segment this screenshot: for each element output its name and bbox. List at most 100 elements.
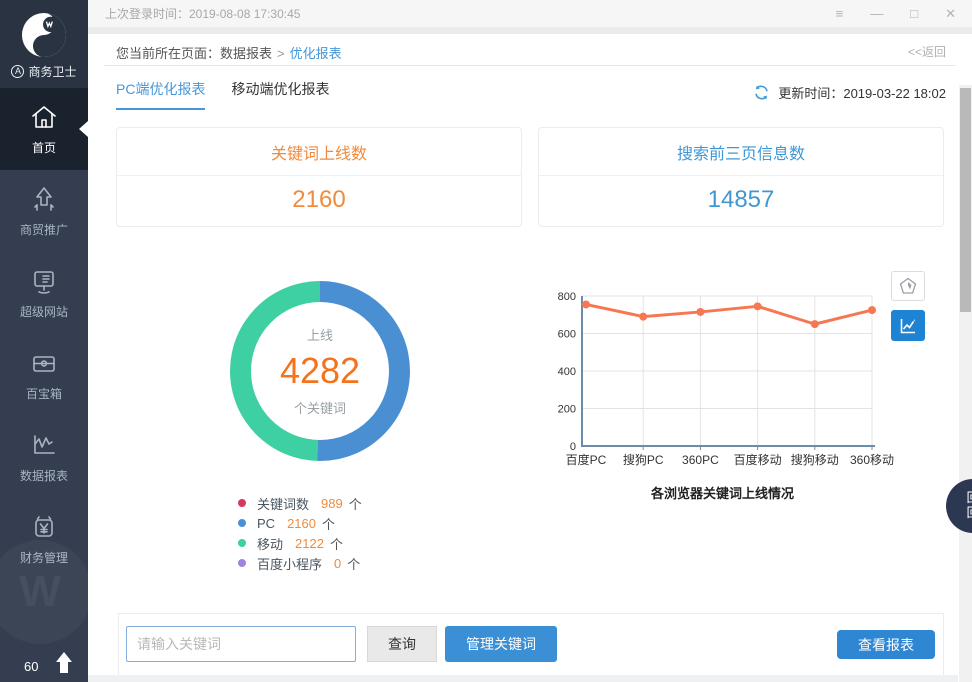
stat-card-value: 2160 bbox=[117, 176, 521, 226]
main-content: 您当前所在页面：数据报表>优化报表 <<返回 PC端优化报表 移动端优化报表 更… bbox=[88, 34, 972, 682]
notification-count: 60 bbox=[24, 659, 38, 674]
query-button[interactable]: 查询 bbox=[367, 626, 437, 662]
legend-value: 0 bbox=[334, 556, 341, 571]
sidebar-item-reports[interactable]: 数据报表 bbox=[0, 416, 88, 498]
line-chart-title: 各浏览器关键词上线情况 bbox=[550, 483, 895, 502]
donut-center-bottom-label: 个关键词 bbox=[294, 398, 346, 417]
sidebar-item-label: 超级网站 bbox=[20, 303, 68, 320]
legend-unit: 个 bbox=[330, 534, 343, 553]
stat-cards: 关键词上线数 2160 搜索前三页信息数 14857 bbox=[116, 127, 944, 227]
legend-label: 百度小程序 bbox=[257, 554, 322, 573]
view-report-button[interactable]: 查看报表 bbox=[837, 630, 935, 659]
svg-text:搜狗PC: 搜狗PC bbox=[623, 452, 664, 467]
svg-text:搜狗移动: 搜狗移动 bbox=[791, 452, 839, 467]
legend-dot bbox=[238, 539, 246, 547]
topbar-divider bbox=[88, 27, 972, 34]
breadcrumb-prefix: 您当前所在页面： bbox=[116, 46, 220, 61]
stat-card-title: 搜索前三页信息数 bbox=[539, 128, 943, 176]
app-logo-block: A 商务卫士 bbox=[0, 0, 88, 88]
manage-keywords-button[interactable]: 管理关键词 bbox=[445, 626, 557, 662]
update-time-row: 更新时间：2019-03-22 18:02 bbox=[753, 83, 946, 102]
minimize-icon[interactable]: — bbox=[870, 6, 883, 22]
svg-text:百度移动: 百度移动 bbox=[734, 452, 782, 467]
legend-value: 2160 bbox=[287, 516, 316, 531]
scrollbar[interactable] bbox=[959, 85, 972, 682]
sidebar-item-home[interactable]: 首页 bbox=[0, 88, 88, 170]
stat-card-title: 关键词上线数 bbox=[117, 128, 521, 176]
donut-center-value: 4282 bbox=[280, 350, 360, 392]
legend-dot bbox=[238, 499, 246, 507]
app-logo-icon bbox=[21, 12, 67, 58]
donut-legend: 关键词数 989 个 PC 2160 个 移动 2122 个 百度小程序 0 个 bbox=[238, 493, 362, 573]
stat-card-keywords-online: 关键词上线数 2160 bbox=[116, 127, 522, 227]
keyword-input[interactable] bbox=[126, 626, 356, 662]
widget-glyph: 回 bbox=[966, 491, 972, 506]
legend-item-miniapp: 百度小程序 0 个 bbox=[238, 553, 362, 573]
svg-text:600: 600 bbox=[558, 329, 576, 341]
stat-card-top3-info: 搜索前三页信息数 14857 bbox=[538, 127, 944, 227]
legend-unit: 个 bbox=[347, 554, 360, 573]
svg-text:360PC: 360PC bbox=[682, 453, 719, 467]
legend-dot bbox=[238, 519, 246, 527]
home-icon bbox=[29, 102, 59, 132]
brand-badge-icon: A bbox=[11, 65, 24, 78]
svg-text:360移动: 360移动 bbox=[850, 453, 894, 467]
sidebar-item-label: 首页 bbox=[32, 139, 56, 156]
sidebar-item-website[interactable]: 超级网站 bbox=[0, 252, 88, 334]
legend-label: 关键词数 bbox=[257, 494, 309, 513]
sidebar-watermark-logo: W bbox=[0, 540, 88, 644]
menu-icon[interactable]: ≡ bbox=[836, 6, 844, 22]
brand: A 商务卫士 bbox=[11, 63, 76, 80]
svg-text:400: 400 bbox=[558, 366, 576, 378]
report-tabs: PC端优化报表 移动端优化报表 bbox=[116, 79, 329, 110]
legend-value: 989 bbox=[321, 496, 343, 511]
titlebar: 上次登录时间：2019-08-08 17:30:45 ≡ — □ ✕ bbox=[88, 0, 972, 27]
breadcrumb-path: 您当前所在页面：数据报表>优化报表 bbox=[116, 43, 342, 62]
sidebar-item-label: 商贸推广 bbox=[20, 221, 68, 238]
breadcrumb: 您当前所在页面：数据报表>优化报表 <<返回 bbox=[116, 43, 946, 62]
legend-item-keywords: 关键词数 989 个 bbox=[238, 493, 362, 513]
line-chart: 0 200 400 600 800 百度PC 搜狗PC 360PC 百度移动搜狗移动 360移动 bbox=[550, 286, 895, 482]
sidebar-item-toolbox[interactable]: 百宝箱 bbox=[0, 334, 88, 416]
legend-unit: 个 bbox=[322, 514, 335, 533]
keyword-search-panel: 查询 管理关键词 查看报表 bbox=[118, 613, 944, 682]
sidebar-item-label: 百宝箱 bbox=[26, 385, 62, 402]
legend-value: 2122 bbox=[295, 536, 324, 551]
back-link[interactable]: <<返回 bbox=[908, 43, 946, 62]
radar-chart-toggle-button[interactable] bbox=[891, 271, 925, 301]
svg-text:800: 800 bbox=[558, 291, 576, 303]
close-icon[interactable]: ✕ bbox=[945, 6, 956, 22]
website-icon bbox=[29, 266, 59, 296]
line-chart-icon bbox=[898, 316, 918, 336]
legend-item-mobile: 移动 2122 个 bbox=[238, 533, 362, 553]
report-icon bbox=[29, 430, 59, 460]
svg-text:200: 200 bbox=[558, 404, 576, 416]
tab-pc-report[interactable]: PC端优化报表 bbox=[116, 79, 205, 110]
breadcrumb-parent: 数据报表 bbox=[220, 46, 272, 61]
last-login-text: 上次登录时间：2019-08-08 17:30:45 bbox=[105, 5, 300, 22]
donut-center: 上线 4282 个关键词 bbox=[251, 302, 389, 440]
legend-item-pc: PC 2160 个 bbox=[238, 513, 362, 533]
widget-glyph: 回 bbox=[966, 506, 972, 521]
donut-chart: 上线 4282 个关键词 bbox=[230, 281, 410, 461]
promote-icon bbox=[29, 184, 59, 214]
refresh-icon[interactable] bbox=[753, 84, 770, 101]
svg-text:百度PC: 百度PC bbox=[566, 452, 607, 467]
tab-mobile-report[interactable]: 移动端优化报表 bbox=[231, 79, 329, 110]
sidebar-item-promote[interactable]: 商贸推广 bbox=[0, 170, 88, 252]
svg-text:0: 0 bbox=[570, 441, 576, 453]
sidebar: A 商务卫士 首页 商贸推广 超级网站 百宝箱 数据报表 bbox=[0, 0, 88, 682]
scrollbar-thumb[interactable] bbox=[960, 88, 971, 312]
breadcrumb-current[interactable]: 优化报表 bbox=[290, 46, 342, 61]
scroll-up-arrow-icon[interactable] bbox=[56, 652, 72, 674]
line-chart-toggle-button[interactable] bbox=[891, 310, 925, 341]
legend-label: PC bbox=[257, 516, 275, 531]
legend-label: 移动 bbox=[257, 534, 283, 553]
maximize-icon[interactable]: □ bbox=[910, 6, 918, 22]
legend-dot bbox=[238, 559, 246, 567]
donut-center-top-label: 上线 bbox=[307, 325, 333, 344]
legend-unit: 个 bbox=[349, 494, 362, 513]
radar-chart-icon bbox=[898, 276, 918, 296]
finance-icon bbox=[29, 512, 59, 542]
sidebar-item-label: 数据报表 bbox=[20, 467, 68, 484]
